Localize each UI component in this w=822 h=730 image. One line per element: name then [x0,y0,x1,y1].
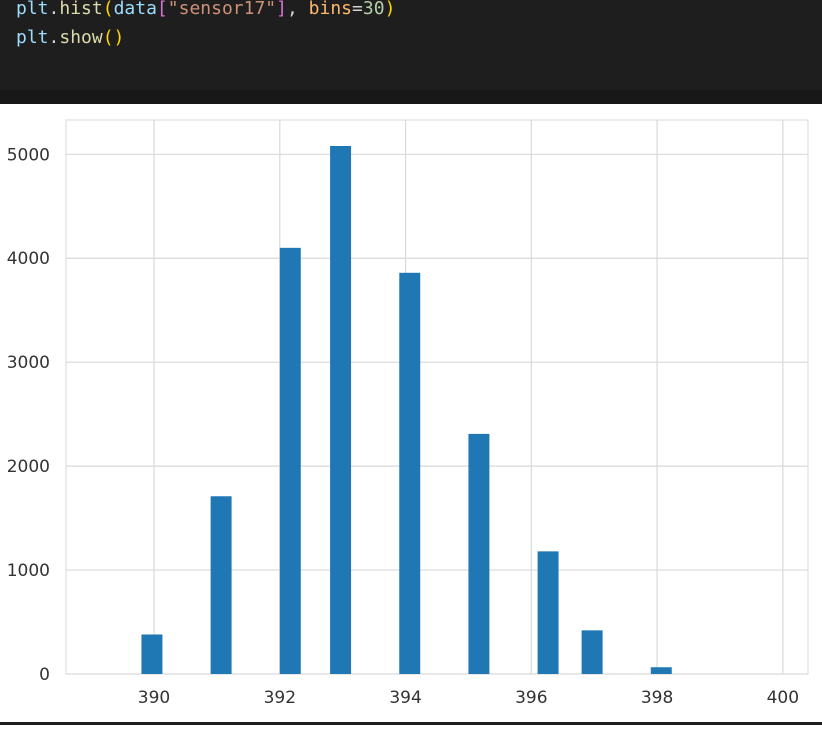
token-string: "sensor17" [167,0,277,19]
token-bracket-open: [ [156,0,168,19]
token-obj: plt [16,27,49,48]
code-cell[interactable]: plt.hist(data["sensor17"], bins=30) plt.… [0,0,822,90]
histogram-bar-9 [650,667,672,674]
token-paren-open: ( [102,0,114,19]
token-equals: = [352,0,363,19]
cell-output: 0 1000 2000 3000 4000 5000 390 392 394 396 398 400 [0,104,822,725]
histogram-bar-8 [581,630,603,674]
token-func: show [59,27,103,48]
token-obj: plt [16,0,49,19]
token-dot: . [48,0,60,19]
y-tick-labels: 0 1000 2000 3000 4000 5000 [7,145,50,685]
token-kwarg: bins [308,0,353,19]
x-tick-label: 396 [515,688,547,708]
histogram-chart: 0 1000 2000 3000 4000 5000 390 392 394 396 398 400 [7,119,809,708]
token-var: data [113,0,157,19]
histogram-bar-4 [330,145,352,674]
token-dot: . [48,27,60,48]
y-tick-label: 3000 [7,353,50,373]
token-comma: , [286,0,309,19]
token-number: 30 [362,0,385,19]
x-tick-label: 392 [264,688,296,708]
x-tick-label: 390 [138,688,170,708]
histogram-bar-3 [279,247,301,674]
token-func: hist [59,0,103,19]
y-tick-label: 1000 [7,561,50,581]
token-paren-close: ) [384,0,396,19]
y-tick-label: 0 [39,665,50,685]
code-line-2[interactable]: plt.show() [16,27,124,49]
y-tick-label: 2000 [7,457,50,477]
token-bracket-close: ] [276,0,287,19]
plot-area [65,119,809,675]
histogram-bar-5 [399,272,421,674]
y-tick-label: 4000 [7,249,50,269]
histogram-bar-2 [210,496,232,674]
histogram-bar-1 [141,634,163,674]
histogram-bar-6 [468,433,490,674]
y-tick-label: 5000 [7,145,50,165]
histogram-bar-7 [537,551,559,674]
cell-separator [0,90,822,104]
x-tick-label: 394 [389,688,421,708]
x-tick-label: 400 [767,688,799,708]
code-line-1[interactable]: plt.hist(data["sensor17"], bins=30) [16,0,395,20]
x-tick-labels: 390 392 394 396 398 400 [138,688,799,708]
x-tick-label: 398 [641,688,673,708]
token-parens: () [102,27,125,48]
